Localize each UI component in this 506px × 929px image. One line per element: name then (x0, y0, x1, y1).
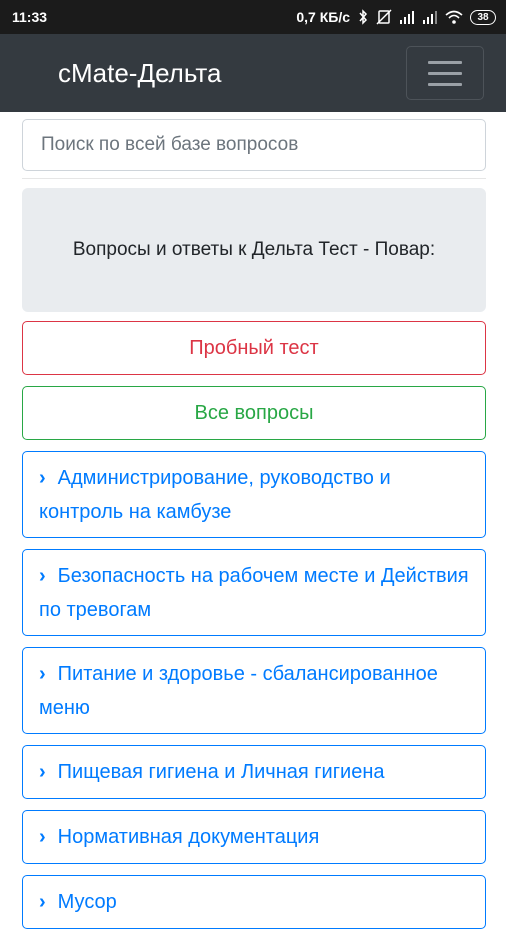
category-label: Администрирование, руководство и контрол… (39, 467, 391, 523)
status-indicators: 0,7 КБ/с 38 (296, 9, 496, 25)
chevron-right-icon: › (39, 565, 46, 587)
chevron-right-icon: › (39, 467, 46, 489)
signal-icon-2 (422, 10, 438, 24)
menu-bar (428, 60, 462, 64)
category-label: Питание и здоровье - сбалансированное ме… (39, 663, 438, 719)
category-item[interactable]: › Питание и здоровье - сбалансированное м… (22, 647, 486, 734)
category-label: Нормативная документация (57, 826, 320, 848)
signal-icon (399, 10, 415, 24)
chevron-right-icon: › (39, 761, 46, 783)
chevron-right-icon: › (39, 891, 46, 913)
category-item[interactable]: › Нормативная документация (22, 810, 486, 864)
category-item[interactable]: › Безопасность на рабочем месте и Действи… (22, 549, 486, 636)
status-bar: 11:33 0,7 КБ/с 38 (0, 0, 506, 34)
hamburger-menu-icon[interactable] (406, 46, 484, 100)
menu-bar (428, 71, 462, 75)
no-sim-icon (376, 9, 392, 25)
status-time: 11:33 (12, 9, 48, 25)
category-item[interactable]: › Администрирование, руководство и контро… (22, 451, 486, 538)
category-label: Пищевая гигиена и Личная гигиена (57, 761, 385, 783)
brand-title[interactable]: cMate-Дельта (58, 58, 221, 89)
chevron-right-icon: › (39, 663, 46, 685)
battery-icon: 38 (470, 9, 496, 25)
intro-panel: Вопросы и ответы к Дельта Тест - Повар: (22, 188, 486, 312)
main-content: Вопросы и ответы к Дельта Тест - Повар: … (22, 112, 486, 929)
chevron-right-icon: › (39, 826, 46, 848)
category-item[interactable]: › Мусор (22, 875, 486, 929)
bluetooth-icon (357, 9, 369, 25)
intro-text: Вопросы и ответы к Дельта Тест - Повар: (72, 239, 436, 260)
navbar: cMate-Дельта (0, 34, 506, 112)
category-label: Мусор (57, 891, 117, 913)
menu-bar (428, 82, 462, 86)
network-speed: 0,7 КБ/с (296, 9, 350, 25)
divider (22, 178, 486, 179)
all-questions-button[interactable]: Все вопросы (22, 386, 486, 440)
category-item[interactable]: › Пищевая гигиена и Личная гигиена (22, 745, 486, 799)
trial-test-button[interactable]: Пробный тест (22, 321, 486, 375)
search-input[interactable] (22, 119, 486, 171)
wifi-icon (445, 10, 463, 24)
category-label: Безопасность на рабочем месте и Действия… (39, 565, 469, 621)
